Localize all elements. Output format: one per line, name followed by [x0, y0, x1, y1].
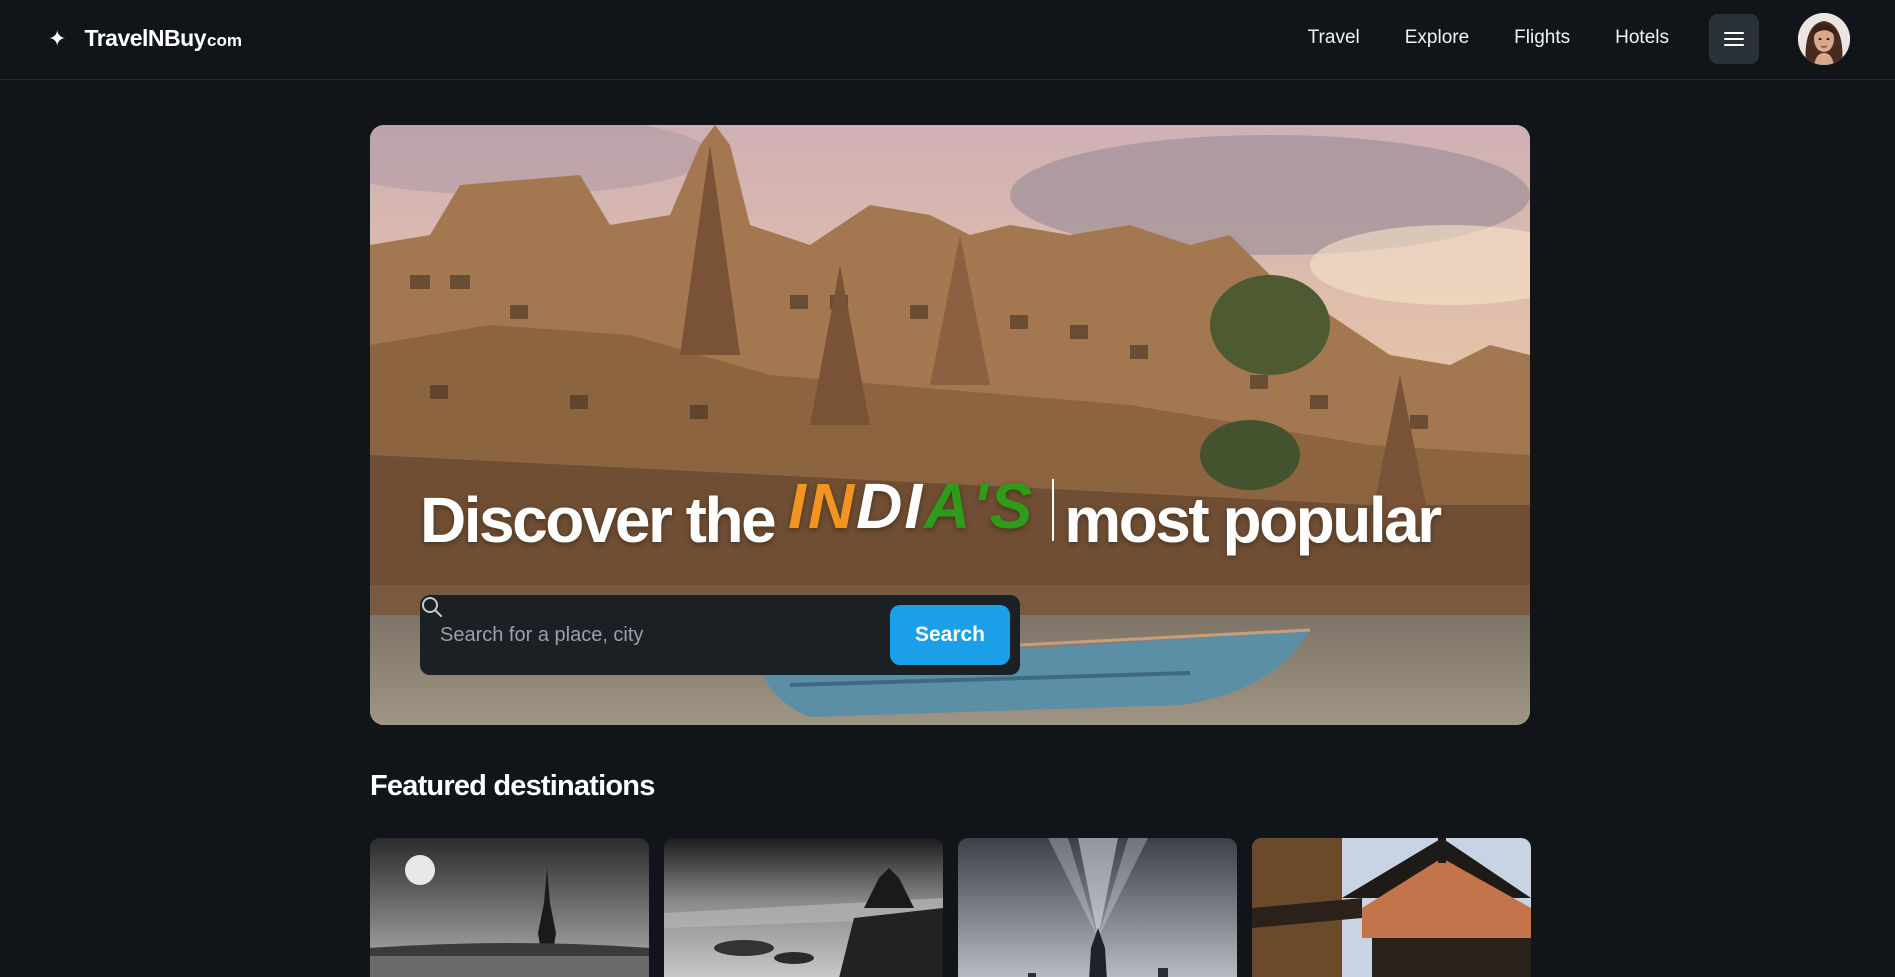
hero-banner: Discover the INDIA'S most popular Search: [370, 125, 1530, 725]
headline-prefix: Discover the: [420, 484, 777, 556]
hamburger-icon: [1724, 32, 1744, 46]
typing-caret: [1052, 479, 1055, 541]
pagoda-seascape-card[interactable]: [664, 838, 943, 977]
india-letter: I: [788, 470, 808, 542]
skyline-searchlight-card[interactable]: [958, 838, 1237, 977]
search-bar: Search: [420, 595, 1020, 675]
nav-travel-link[interactable]: Travel: [1308, 27, 1360, 49]
pagoda-seascape-image: [664, 838, 943, 977]
india-animated-word: INDIA'S: [788, 469, 1034, 543]
main-nav: Travel Explore Flights Hotels: [1308, 27, 1669, 49]
search-icon: [422, 597, 442, 617]
featured-destinations-list: [370, 838, 1531, 977]
user-avatar[interactable]: [1798, 13, 1850, 65]
eiffel-tower-card[interactable]: [370, 838, 649, 977]
eiffel-tower-image: [370, 838, 649, 977]
menu-button[interactable]: [1709, 14, 1759, 64]
top-navbar: ✦ TravelNBuy com Travel Explore Flights …: [0, 0, 1895, 80]
search-button[interactable]: Search: [890, 605, 1010, 665]
india-letter: S: [989, 470, 1035, 542]
brand-main-text: TravelNBuy: [84, 25, 206, 51]
nav-explore-link[interactable]: Explore: [1405, 27, 1469, 49]
nav-flights-link[interactable]: Flights: [1514, 27, 1570, 49]
featured-destinations-heading: Featured destinations: [370, 770, 655, 802]
brand-tld-text: com: [207, 31, 242, 50]
logo[interactable]: ✦ TravelNBuy com: [48, 22, 242, 56]
avatar-portrait-image: [1798, 13, 1850, 65]
japanese-temple-card[interactable]: [1252, 838, 1531, 977]
sparkle-icon: ✦: [48, 26, 67, 51]
search-input[interactable]: [440, 623, 890, 647]
brand-name: TravelNBuy com: [84, 25, 242, 52]
india-letter: D: [856, 470, 905, 542]
india-letter: I: [904, 470, 925, 542]
skyline-searchlight-image: [958, 838, 1237, 977]
japanese-temple-image: [1252, 838, 1531, 977]
india-letter: N: [807, 470, 857, 542]
headline-suffix: most popular: [1064, 484, 1442, 556]
india-letter: A: [924, 470, 973, 542]
hero-headline: Discover the INDIA'S most popular: [420, 470, 1442, 557]
nav-hotels-link[interactable]: Hotels: [1615, 27, 1669, 49]
india-letter: ': [972, 470, 990, 542]
